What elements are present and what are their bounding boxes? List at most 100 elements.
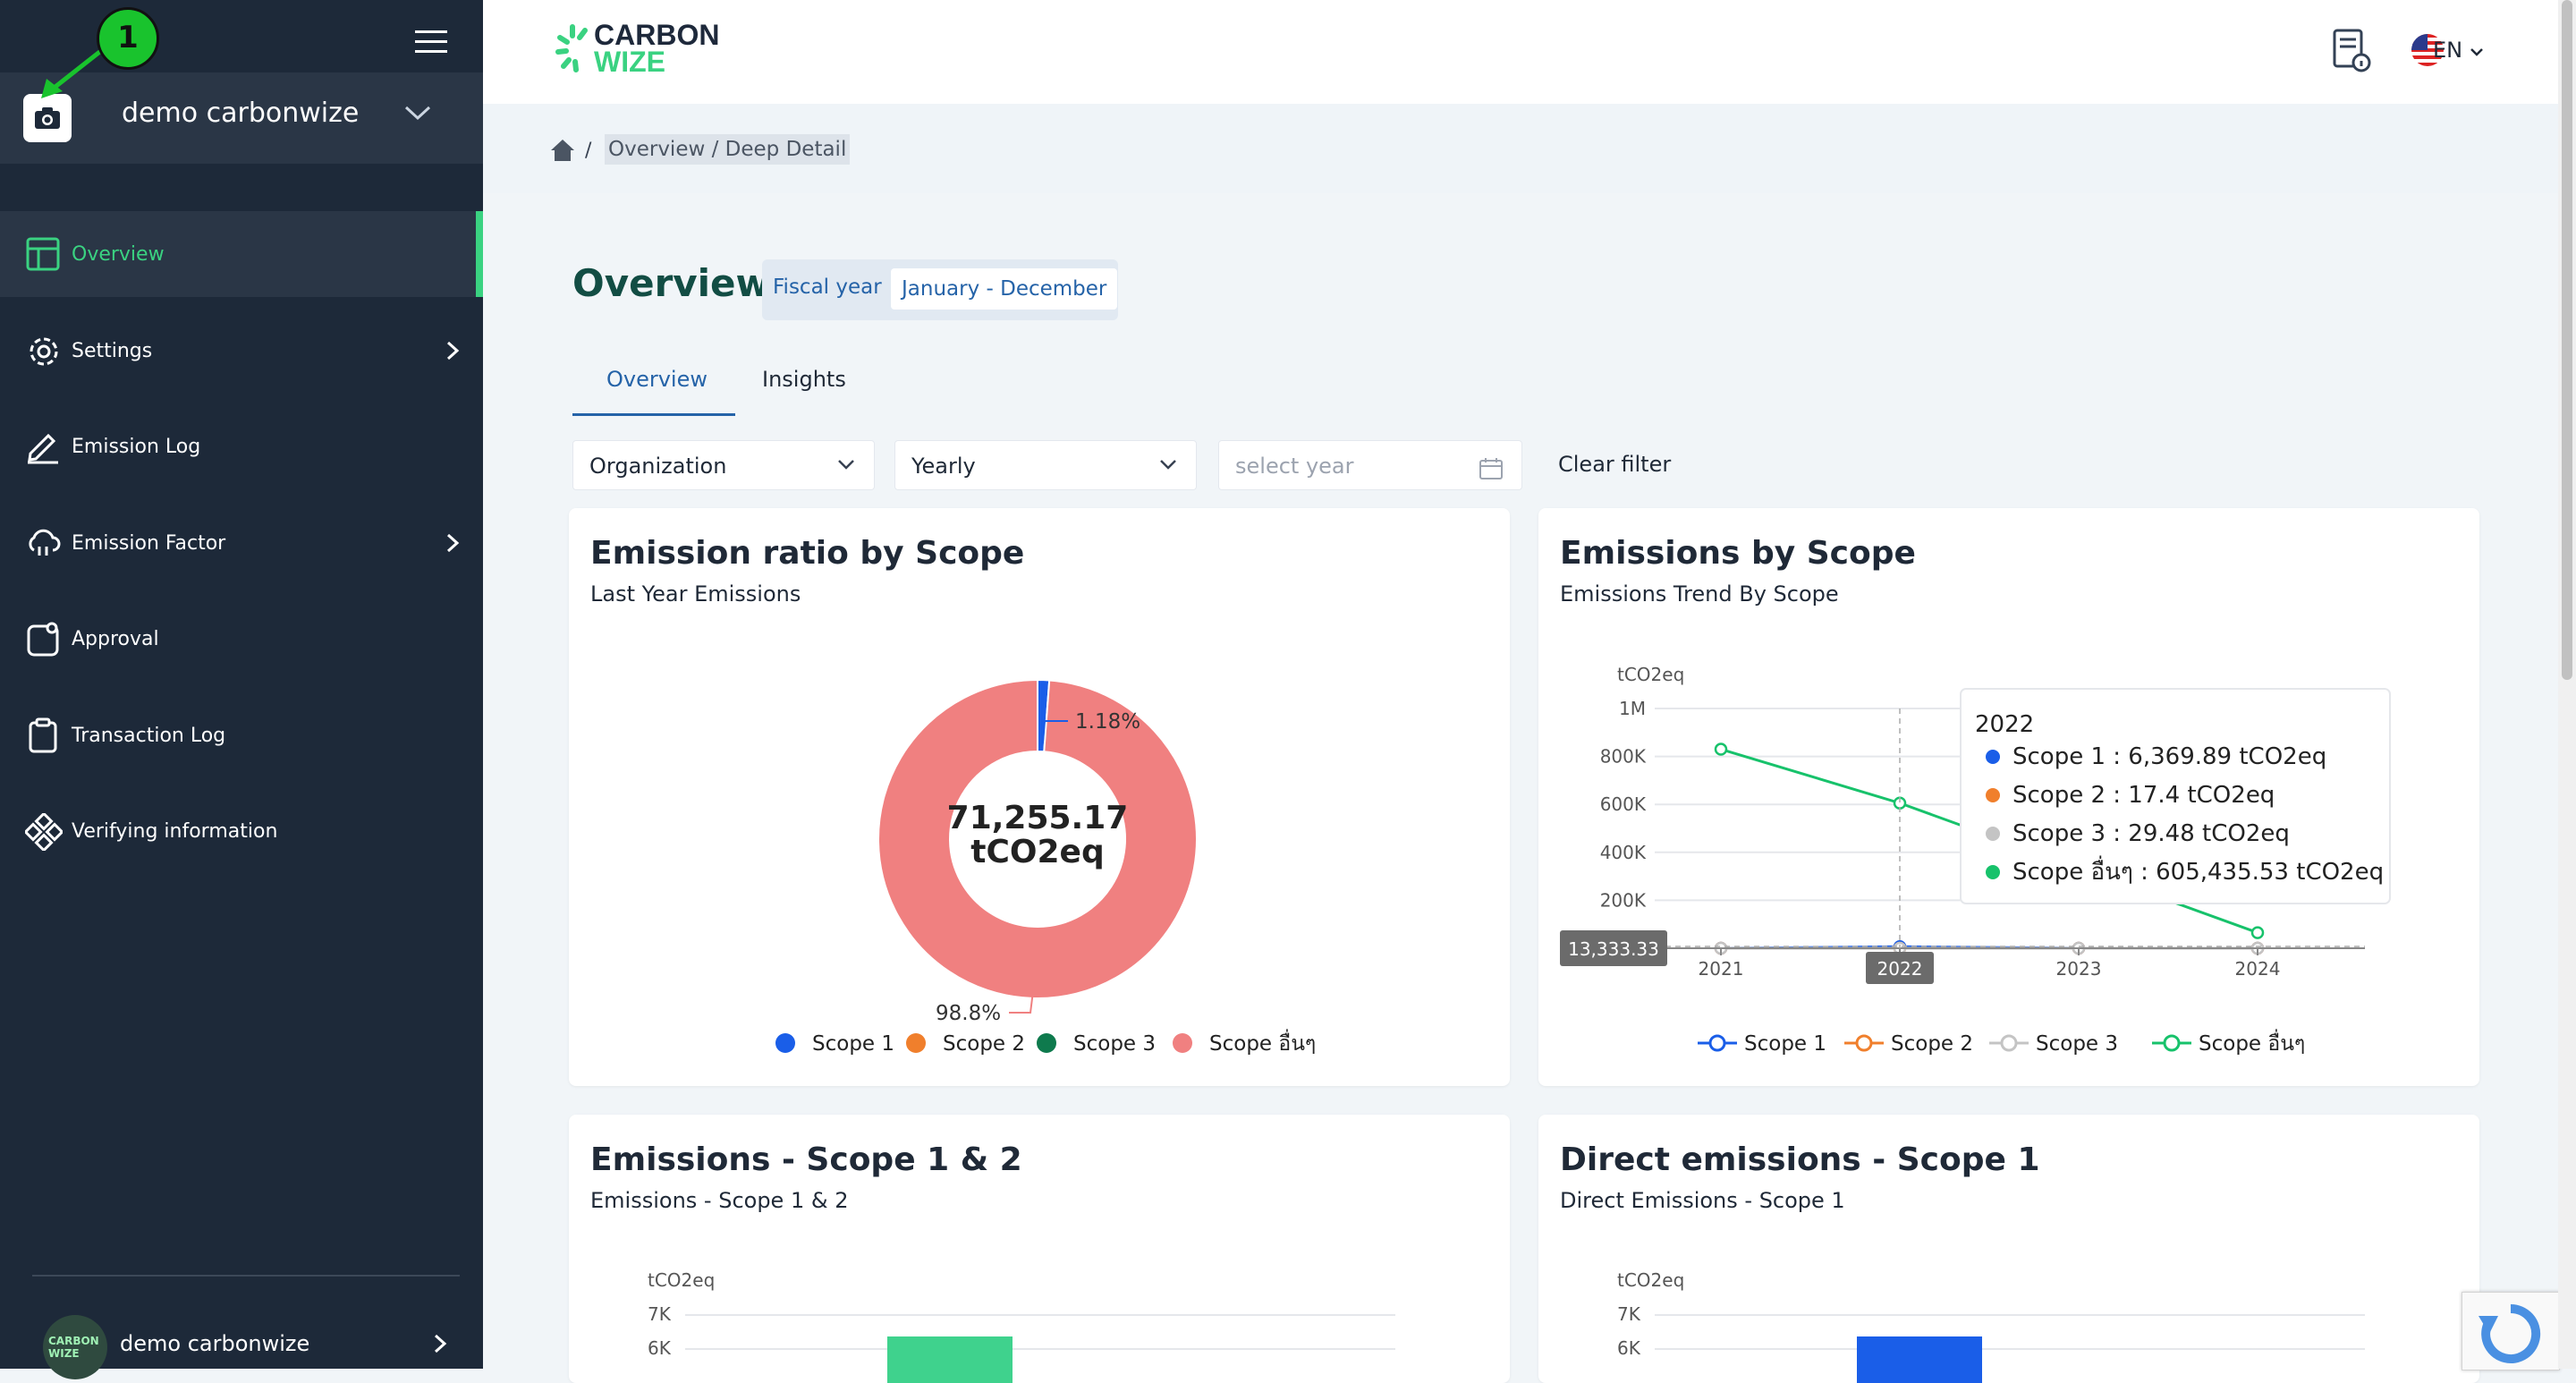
- legend-label[interactable]: Scope 1: [1744, 1032, 1826, 1056]
- annotation-arrow-icon: [36, 47, 107, 100]
- sidebar-item-transaction-log[interactable]: Transaction Log: [0, 692, 483, 778]
- line-chart[interactable]: tCO2eq 1M800K600K400K200K 20212022202320…: [1538, 508, 2479, 1086]
- chevron-right-icon[interactable]: [433, 1333, 447, 1358]
- breadcrumb: / Overview / Deep Detail: [483, 104, 2558, 193]
- carbonwize-logo[interactable]: CARBON WIZE: [555, 21, 590, 79]
- legend-swatch: [1037, 1033, 1056, 1053]
- language-selector[interactable]: EN: [2433, 38, 2484, 63]
- organization-select[interactable]: Organization: [572, 440, 875, 490]
- series-scope-other-point[interactable]: [2252, 928, 2263, 938]
- fiscal-year-badge: Fiscal year January - December: [762, 259, 1118, 320]
- language-code: EN: [2433, 38, 2462, 63]
- x-tick-label: 2021: [1699, 958, 1744, 980]
- gear-icon: [25, 333, 63, 374]
- y-axis-label: tCO2eq: [648, 1269, 715, 1291]
- scrollbar-thumb[interactable]: [2562, 0, 2572, 680]
- sidebar-item-emission-log[interactable]: Emission Log: [0, 403, 483, 489]
- series-scope-other-point[interactable]: [1716, 744, 1726, 755]
- recaptcha-badge[interactable]: [2462, 1292, 2560, 1370]
- sidebar-item-settings[interactable]: Settings: [0, 308, 483, 394]
- emission-ratio-card: Emission ratio by Scope Last Year Emissi…: [569, 508, 1510, 1086]
- sidebar-item-approval[interactable]: Approval: [0, 596, 483, 682]
- tab-bar: Overview Insights: [572, 354, 2469, 417]
- fiscal-year-value: January - December: [891, 268, 1117, 310]
- org-name: demo carbonwize: [122, 98, 359, 129]
- chevron-down-icon: [2470, 47, 2484, 57]
- x-tick-label: 2024: [2235, 958, 2281, 980]
- sidebar-item-label: Emission Log: [72, 436, 200, 458]
- sidebar-item-verifying-information[interactable]: Verifying information: [0, 788, 483, 874]
- logo-text: CARBON WIZE: [594, 21, 719, 75]
- camera-icon[interactable]: [23, 94, 72, 142]
- x-tick-label: 2022: [1877, 958, 1923, 980]
- tooltip-swatch: [1986, 788, 2000, 802]
- chevron-right-icon: [445, 340, 460, 365]
- sidebar-item-emission-factor[interactable]: Emission Factor: [0, 500, 483, 586]
- legend-swatch: [906, 1033, 926, 1053]
- bar[interactable]: [1857, 1336, 1982, 1383]
- legend-label[interactable]: Scope 2: [943, 1032, 1025, 1056]
- nodes-icon: [25, 813, 63, 854]
- avatar[interactable]: CARBON WIZE: [43, 1315, 107, 1379]
- donut-center-unit: tCO2eq: [970, 834, 1104, 870]
- legend-label[interactable]: Scope 3: [1073, 1032, 1156, 1056]
- bar-chart-scope1[interactable]: tCO2eq 7K 6K: [1538, 1115, 2479, 1383]
- sidebar-item-overview[interactable]: Overview: [0, 211, 483, 297]
- y-tick-label: 6K: [1617, 1337, 1641, 1359]
- document-info-icon[interactable]: [2331, 27, 2372, 77]
- pencil-icon: [25, 428, 61, 468]
- legend-swatch: [775, 1033, 795, 1053]
- bar[interactable]: [887, 1336, 1013, 1383]
- year-picker-placeholder: select year: [1235, 454, 1353, 479]
- legend-swatch: [1173, 1033, 1192, 1053]
- recaptcha-icon: [2475, 1302, 2546, 1364]
- sidebar: demo carbonwize 1 Overview Settings Emis…: [0, 0, 483, 1369]
- tooltip-row: Scope 1 : 6,369.89 tCO2eq: [2012, 743, 2326, 770]
- y-tick-label: 1M: [1619, 698, 1646, 719]
- crosshair-y-value: 13,333.33: [1568, 938, 1659, 960]
- data-label-scope1: 1.18%: [1075, 710, 1140, 734]
- legend-label[interactable]: Scope 2: [1891, 1032, 1973, 1056]
- y-tick-label: 7K: [1617, 1303, 1641, 1325]
- clipboard-icon: [25, 717, 61, 757]
- step-badge: 1: [97, 7, 159, 70]
- tooltip-title: 2022: [1975, 711, 2034, 738]
- cloud-icon: [25, 525, 61, 564]
- legend-label[interactable]: Scope อื่นๆ: [2199, 1029, 2305, 1056]
- sidebar-nav: Overview Settings Emission Log Emission …: [0, 211, 483, 885]
- page-title: Overview: [572, 261, 770, 305]
- active-tab-indicator: [572, 413, 735, 416]
- tooltip-row: Scope 3 : 29.48 tCO2eq: [2012, 820, 2290, 847]
- user-name[interactable]: demo carbonwize: [120, 1331, 309, 1356]
- avatar-logo-text: CARBON WIZE: [48, 1335, 107, 1360]
- year-picker[interactable]: select year: [1218, 440, 1522, 490]
- legend-label[interactable]: Scope 1: [812, 1032, 894, 1056]
- scrollbar[interactable]: [2558, 0, 2576, 1369]
- clear-filter-button[interactable]: Clear filter: [1558, 452, 1671, 477]
- y-tick-label: 800K: [1600, 746, 1647, 768]
- tooltip-row: Scope 2 : 17.4 tCO2eq: [2012, 782, 2275, 809]
- tab-insights[interactable]: Insights: [762, 367, 846, 392]
- tooltip: 2022 Scope 1 : 6,369.89 tCO2eq Scope 2 : …: [1961, 689, 2390, 904]
- y-axis-label: tCO2eq: [1617, 1269, 1684, 1291]
- menu-toggle-icon[interactable]: [415, 29, 447, 59]
- bar-chart-scope12[interactable]: tCO2eq 7K 6K: [569, 1115, 1510, 1383]
- breadcrumb-current: Overview / Deep Detail: [605, 134, 850, 165]
- tooltip-swatch: [1986, 865, 2000, 879]
- legend-label[interactable]: Scope 3: [2036, 1032, 2118, 1056]
- y-tick-label: 600K: [1600, 793, 1647, 815]
- period-select-value: Yearly: [911, 454, 976, 479]
- y-tick-label: 200K: [1600, 889, 1647, 911]
- chevron-down-icon[interactable]: [402, 103, 433, 126]
- sidebar-item-label: Approval: [72, 628, 159, 650]
- tab-overview[interactable]: Overview: [606, 367, 708, 392]
- sidebar-divider: [32, 1275, 460, 1277]
- period-select[interactable]: Yearly: [894, 440, 1197, 490]
- fiscal-year-label: Fiscal year: [773, 276, 882, 299]
- chevron-down-icon: [1158, 457, 1178, 474]
- home-icon[interactable]: [549, 138, 576, 166]
- tooltip-row: Scope อื่นๆ : 605,435.53 tCO2eq: [2012, 855, 2384, 886]
- burst-icon: [555, 21, 590, 75]
- legend-label[interactable]: Scope อื่นๆ: [1209, 1029, 1316, 1056]
- donut-chart[interactable]: 71,255.17 tCO2eq 1.18% 98.8% Scope 1Scop…: [569, 508, 1510, 1086]
